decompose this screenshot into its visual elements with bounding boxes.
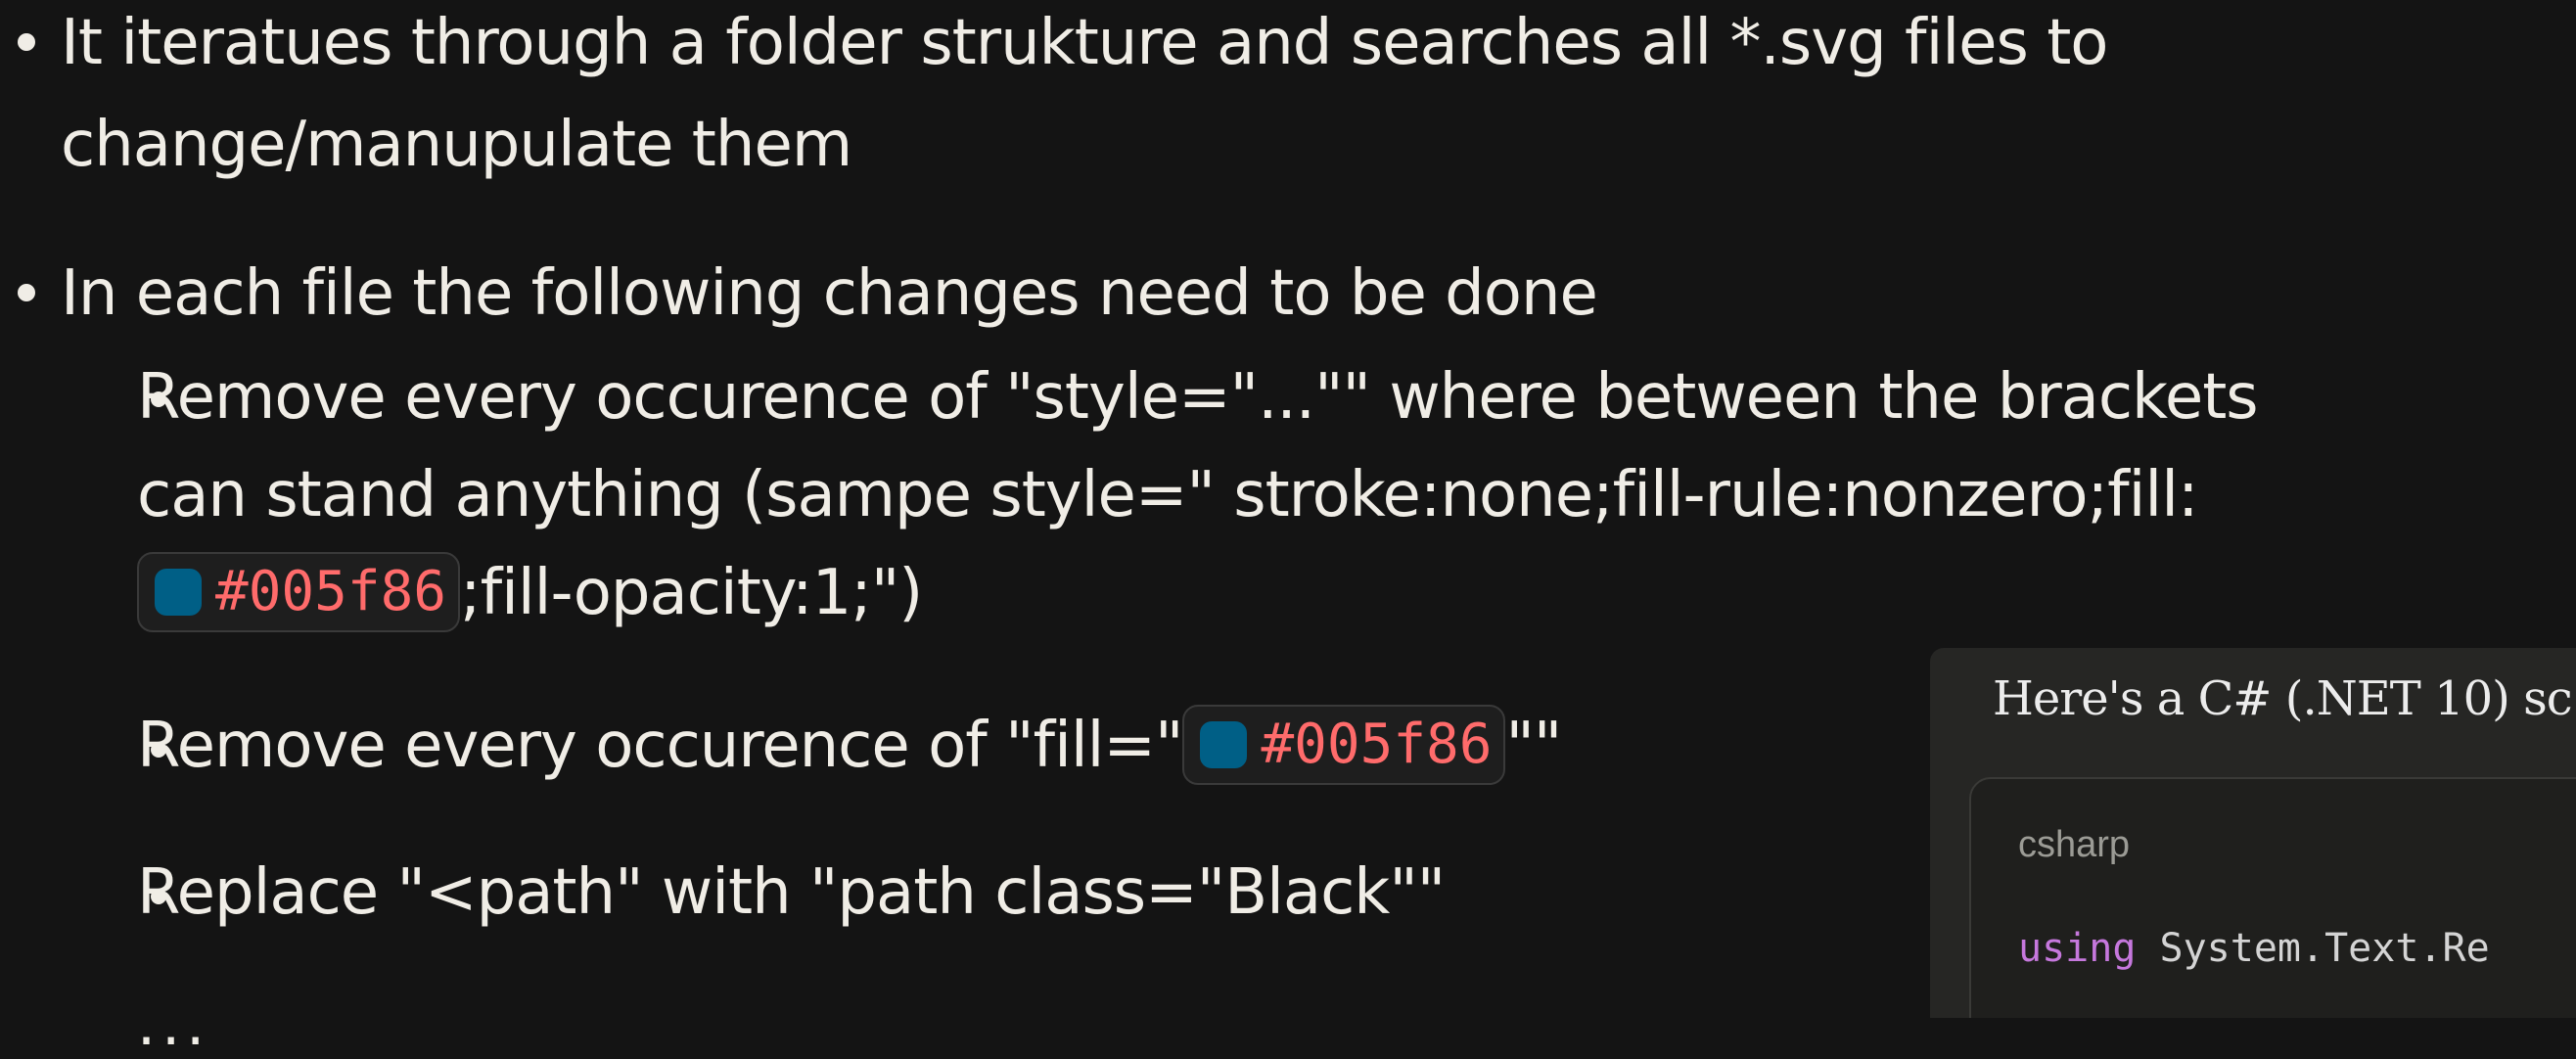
- color-chip: #005f86: [137, 552, 461, 633]
- sub-item-1-line-1: Remove every occurence of "style="..."" …: [137, 361, 2259, 434]
- sub-item-3: Replace "<path" with "path class="Black"…: [137, 856, 1446, 929]
- color-code: #005f86: [1261, 713, 1493, 777]
- sub-item-2-before: Remove every occurence of "fill=": [137, 710, 1183, 782]
- sub-item-2-after: "": [1505, 710, 1562, 782]
- code-text: System.Text.Re: [2136, 926, 2490, 971]
- sub-item-1-line-3-text: ;fill-opacity:1;"): [460, 557, 923, 629]
- bullet-item-2: In each file the following changes need …: [61, 257, 1598, 330]
- bullet-item-1-line-1: It iteratues through a folder strukture …: [61, 7, 2108, 79]
- code-block[interactable]: csharp using System.Text.Re: [1969, 777, 2576, 1018]
- bullet-dot: [18, 33, 35, 51]
- code-line: using System.Text.Re: [2018, 926, 2490, 971]
- sub-item-2: Remove every occurence of "fill=" #005f8…: [137, 697, 1562, 795]
- more-items-ellipsis: ...: [137, 990, 211, 1059]
- color-chip: #005f86: [1182, 705, 1506, 786]
- response-intro-text: Here's a C# (.NET 10) sc: [1993, 671, 2573, 726]
- color-code: #005f86: [215, 560, 447, 624]
- bullet-dot: [18, 284, 35, 301]
- assistant-response-panel: Here's a C# (.NET 10) sc csharp using Sy…: [1930, 648, 2576, 1018]
- sub-item-1-line-2: can stand anything (sampe style=" stroke…: [137, 459, 2199, 531]
- color-swatch-icon: [155, 569, 202, 617]
- color-swatch-icon: [1200, 721, 1248, 769]
- code-keyword: using: [2018, 926, 2137, 971]
- bullet-item-1-line-2: change/manupulate them: [61, 109, 852, 181]
- code-language-label: csharp: [2018, 824, 2131, 865]
- sub-item-1-line-3: #005f86 ;fill-opacity:1;"): [137, 544, 923, 642]
